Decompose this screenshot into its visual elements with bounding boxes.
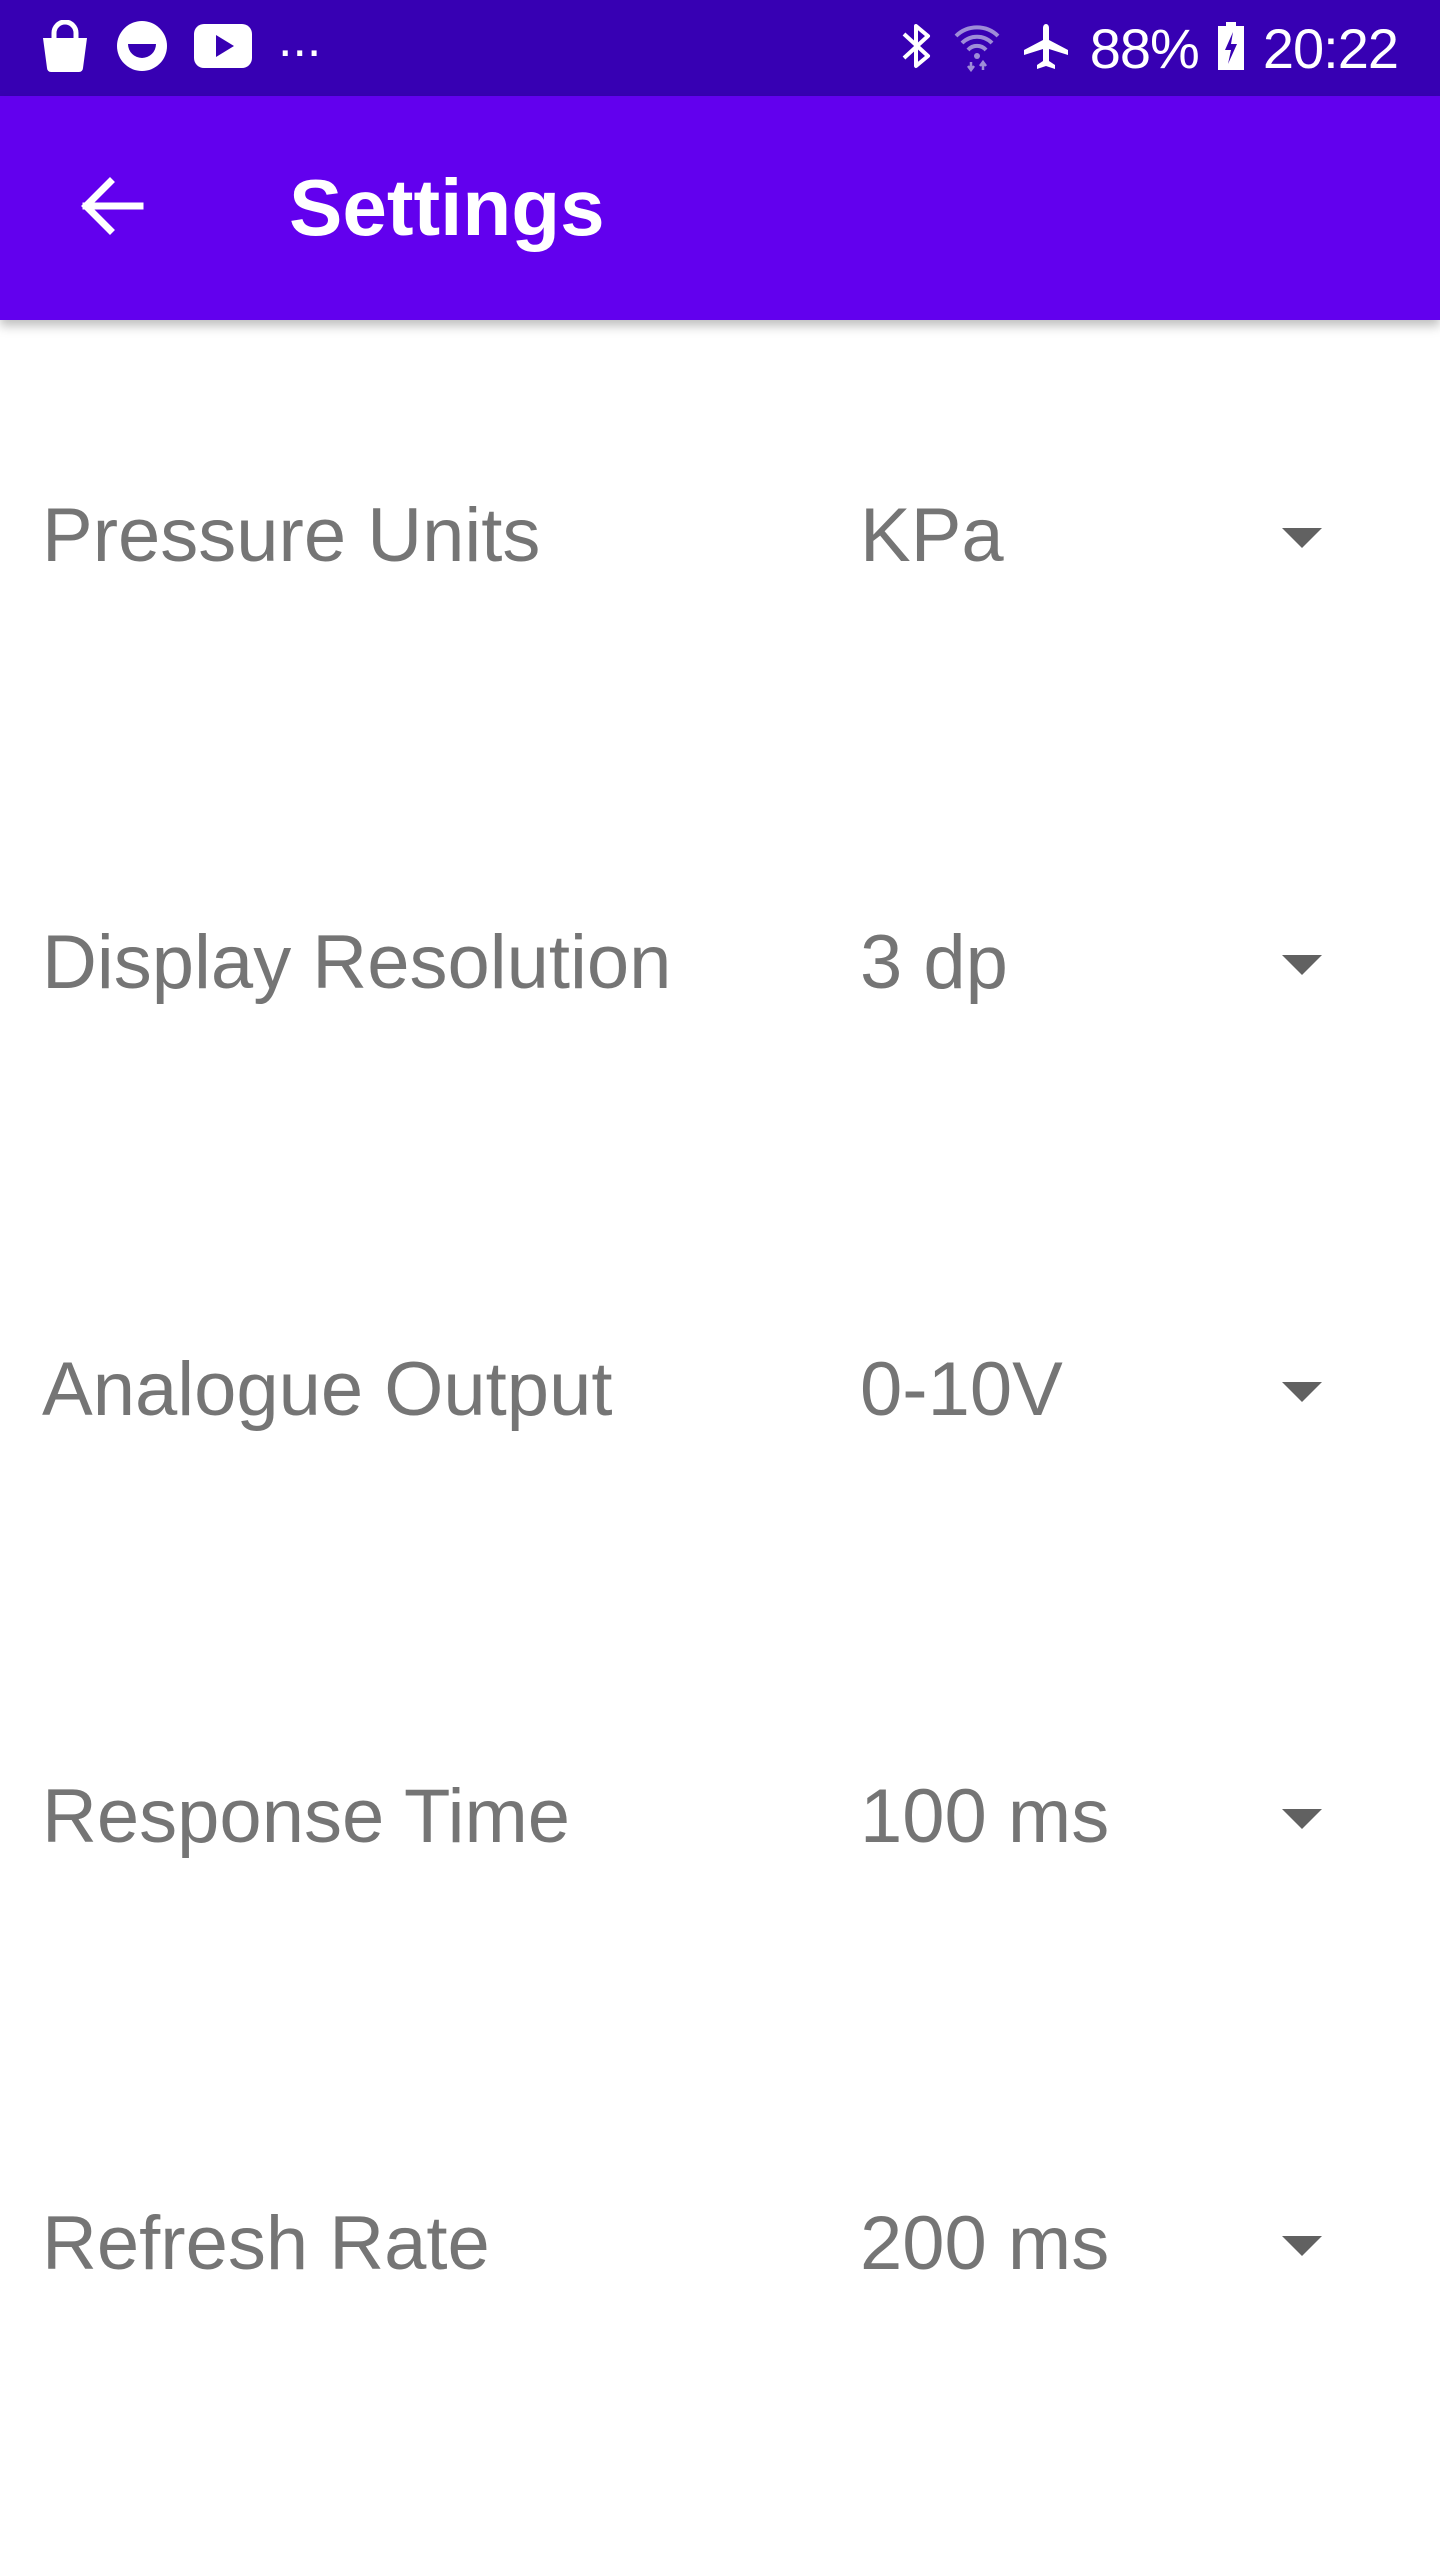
page-title: Settings xyxy=(289,163,605,252)
setting-row-response-time: Response Time 100 ms xyxy=(0,1727,1440,1907)
status-bar: ... 88% 20:22 xyxy=(0,0,1440,96)
setting-label: Refresh Rate xyxy=(42,2201,490,2286)
wifi-icon xyxy=(952,20,1002,77)
bluetooth-icon xyxy=(900,20,934,77)
dropdown-value: 0-10V xyxy=(860,1347,1063,1432)
setting-label: Response Time xyxy=(42,1774,571,1859)
dropdown-value: 200 ms xyxy=(860,2201,1110,2286)
dropdown-arrow-icon xyxy=(1282,1382,1322,1402)
setting-row-pressure-units: Pressure Units KPa xyxy=(0,446,1440,626)
setting-row-analogue-output: Analogue Output 0-10V xyxy=(0,1300,1440,1480)
shopping-bag-icon xyxy=(40,19,90,77)
setting-row-refresh-rate: Refresh Rate 200 ms xyxy=(0,2154,1440,2334)
dropdown-arrow-icon xyxy=(1282,955,1322,975)
status-system: 88% 20:22 xyxy=(900,0,1399,96)
youtube-icon xyxy=(194,23,252,73)
dropdown-arrow-icon xyxy=(1282,528,1322,548)
dropdown-arrow-icon xyxy=(1282,2236,1322,2256)
battery-percent: 88% xyxy=(1089,16,1200,80)
dropdown-value: 100 ms xyxy=(860,1774,1110,1859)
airplane-icon xyxy=(1020,20,1072,77)
smiley-app-icon xyxy=(116,20,168,77)
analogue-output-dropdown[interactable]: 0-10V xyxy=(830,1300,1350,1480)
dropdown-value: KPa xyxy=(860,493,1004,578)
response-time-dropdown[interactable]: 100 ms xyxy=(830,1727,1350,1907)
pressure-units-dropdown[interactable]: KPa xyxy=(830,446,1350,626)
display-resolution-dropdown[interactable]: 3 dp xyxy=(830,873,1350,1053)
refresh-rate-dropdown[interactable]: 200 ms xyxy=(830,2154,1350,2334)
dropdown-value: 3 dp xyxy=(860,920,1008,1005)
setting-label: Analogue Output xyxy=(42,1347,613,1432)
status-notifications: ... xyxy=(40,0,321,96)
arrow-back-icon xyxy=(76,170,148,247)
overflow-indicator: ... xyxy=(278,10,322,68)
clock-time: 20:22 xyxy=(1262,16,1399,80)
setting-row-display-resolution: Display Resolution 3 dp xyxy=(0,873,1440,1053)
setting-label: Pressure Units xyxy=(42,493,541,578)
battery-charging-icon xyxy=(1217,20,1245,77)
dropdown-arrow-icon xyxy=(1282,1809,1322,1829)
back-button[interactable] xyxy=(56,152,168,264)
setting-label: Display Resolution xyxy=(42,920,672,1005)
app-bar: Settings xyxy=(0,96,1440,320)
